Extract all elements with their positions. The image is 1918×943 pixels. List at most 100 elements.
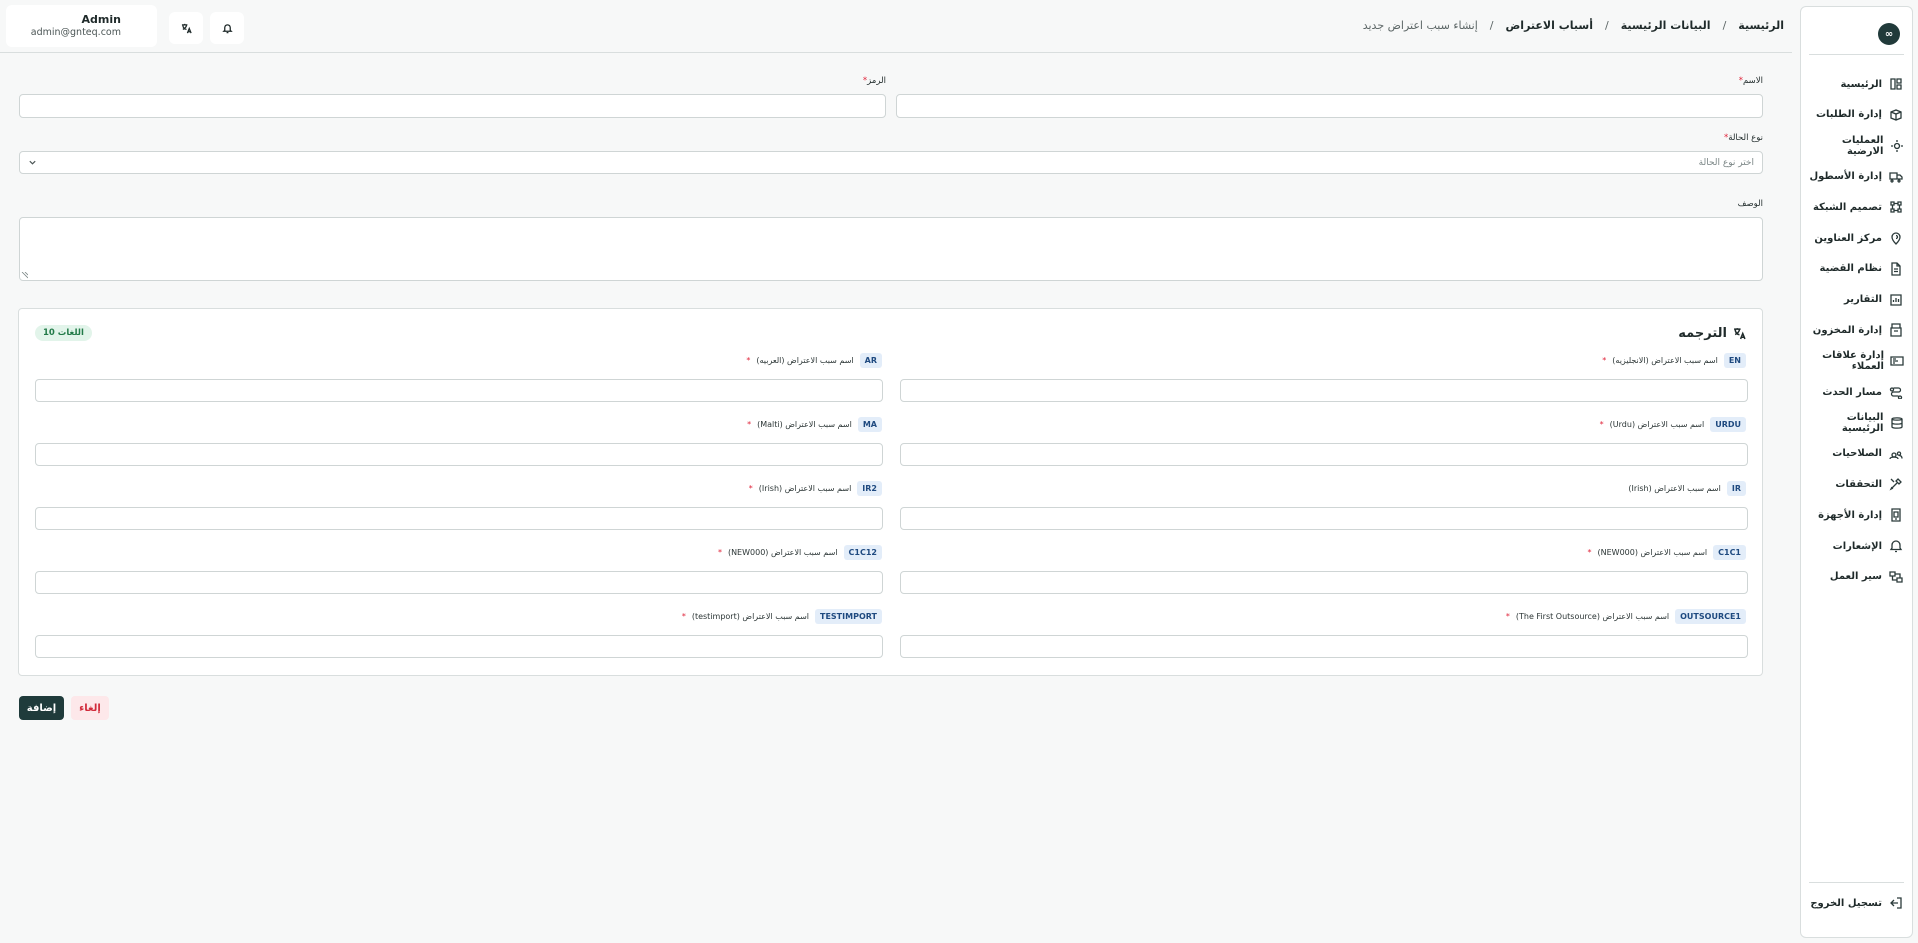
sidebar-item-16[interactable]: سير العمل xyxy=(1809,565,1904,589)
translation-label-text: اسم سبب الاعتراض (testimport) xyxy=(691,612,809,621)
sidebar-item-15[interactable]: الإشعارات xyxy=(1809,534,1904,558)
translation-input-ma[interactable] xyxy=(35,443,883,466)
sidebar-divider xyxy=(1809,54,1904,55)
sidebar-item-label: الصلاحيات xyxy=(1832,448,1882,460)
status-type-select[interactable]: اختر نوع الحالة xyxy=(19,151,1763,174)
name-label-text: الاسم xyxy=(1743,76,1763,86)
translation-title: الترجمه xyxy=(1678,326,1746,341)
translation-label: OUTSOURCE1 اسم سبب الاعتراض (The First Ou… xyxy=(1506,609,1746,624)
user-email: admin@gnteq.com xyxy=(30,27,121,38)
description-textarea[interactable] xyxy=(19,217,1763,281)
add-button[interactable]: إضافة xyxy=(19,696,64,720)
route-icon xyxy=(1888,384,1904,400)
translation-label-text: اسم سبب الاعتراض (Irish) xyxy=(1628,484,1721,493)
sidebar-item-label: التحققات xyxy=(1835,478,1882,490)
logout-button[interactable]: تسجيل الخروج xyxy=(1809,891,1904,915)
sidebar-divider xyxy=(1809,882,1904,883)
layout-icon xyxy=(1888,76,1904,92)
sidebar-item-3[interactable]: إدارة الأسطول xyxy=(1809,164,1904,188)
language-button[interactable] xyxy=(169,12,203,44)
sidebar-item-5[interactable]: مركز العناوين xyxy=(1809,226,1904,250)
sidebar-item-4[interactable]: تصميم الشبكة xyxy=(1809,195,1904,219)
translation-input-outsource1[interactable] xyxy=(900,635,1748,658)
translation-input-c1c1[interactable] xyxy=(900,571,1748,594)
tools-icon xyxy=(1888,476,1904,492)
translation-input-urdu[interactable] xyxy=(900,443,1748,466)
sidebar-item-13[interactable]: التحققات xyxy=(1809,472,1904,496)
breadcrumb-home[interactable]: الرئيسية xyxy=(1738,19,1784,32)
translation-label-text: اسم سبب الاعتراض (Malti) xyxy=(757,420,852,429)
language-code-badge: EN xyxy=(1723,353,1746,368)
sidebar-item-label: إدارة علاقات العملاء xyxy=(1822,350,1884,373)
breadcrumb-separator: / xyxy=(1489,19,1494,32)
bell-icon xyxy=(1888,538,1904,554)
translation-input-en[interactable] xyxy=(900,379,1748,402)
translation-input-ir2[interactable] xyxy=(35,507,883,530)
required-mark: * xyxy=(1599,420,1604,429)
truck-icon xyxy=(1888,168,1904,184)
translation-label: IR اسم سبب الاعتراض (Irish) xyxy=(1628,481,1746,496)
sidebar: ∞ الرئيسية إدارة الطلبات العمليات الارضية إ… xyxy=(1800,6,1913,938)
sidebar-item-label: إدارة الطلبات xyxy=(1815,109,1882,121)
language-code-badge: AR xyxy=(859,353,882,368)
translation-label-text: اسم سبب الاعتراض (العربيه) xyxy=(756,356,854,365)
sidebar-item-7[interactable]: التقارير xyxy=(1809,288,1904,312)
sidebar-item-10[interactable]: مسار الحدث xyxy=(1809,380,1904,404)
sidebar-item-12[interactable]: الصلاحيات xyxy=(1809,442,1904,466)
translation-label-text: اسم سبب الاعتراض (Urdu) xyxy=(1609,420,1705,429)
breadcrumb-master-data[interactable]: البيانات الرئيسية xyxy=(1621,19,1711,32)
sidebar-item-0[interactable]: الرئيسية xyxy=(1809,72,1904,96)
user-card[interactable]: Admin admin@gnteq.com xyxy=(6,5,157,47)
language-code-badge: OUTSOURCE1 xyxy=(1675,609,1746,624)
sidebar-item-label: مسار الحدث xyxy=(1822,386,1882,398)
language-code-badge: C1C1 xyxy=(1713,545,1746,560)
sidebar-item-label: العمليات الارضية xyxy=(1841,134,1884,157)
name-input[interactable] xyxy=(896,94,1763,118)
status-label-text: نوع الحالة xyxy=(1728,133,1763,143)
sidebar-item-label: البيانات الرئيسية xyxy=(1841,411,1884,434)
code-label: الرمز* xyxy=(863,76,886,86)
translation-input-ir[interactable] xyxy=(900,507,1748,530)
translation-label-text: اسم سبب الاعتراض (الانجليزيه) xyxy=(1612,356,1718,365)
translation-label-text: اسم سبب الاعتراض (Irish) xyxy=(758,484,852,493)
sidebar-item-14[interactable]: إدارة الأجهزة xyxy=(1809,503,1904,527)
translation-title-text: الترجمه xyxy=(1678,326,1727,341)
sidebar-item-label: نظام القضية xyxy=(1819,263,1882,275)
sidebar-item-9[interactable]: إدارة علاقات العملاء xyxy=(1809,349,1904,373)
breadcrumb-objection-reasons[interactable]: أسباب الاعتراض xyxy=(1506,19,1593,32)
sidebar-item-label: إدارة المخزون xyxy=(1812,324,1882,336)
sidebar-item-11[interactable]: البيانات الرئيسية xyxy=(1809,411,1904,435)
sidebar-item-2[interactable]: العمليات الارضية xyxy=(1809,134,1904,158)
sidebar-item-8[interactable]: إدارة المخزون xyxy=(1809,318,1904,342)
sidebar-item-label: الإشعارات xyxy=(1832,540,1882,552)
translation-label: EN اسم سبب الاعتراض (الانجليزيه) * xyxy=(1602,353,1746,368)
sidebar-item-label: سير العمل xyxy=(1829,571,1882,583)
cancel-button[interactable]: إلغاء xyxy=(71,696,109,720)
resize-handle-icon[interactable] xyxy=(21,272,28,279)
notifications-button[interactable] xyxy=(210,12,244,44)
translation-input-ar[interactable] xyxy=(35,379,883,402)
description-label: الوصف xyxy=(1737,199,1763,209)
translate-icon xyxy=(181,23,192,33)
sidebar-item-label: الرئيسية xyxy=(1840,78,1882,90)
breadcrumb-current: إنشاء سبب اعتراض جديد xyxy=(1362,19,1478,32)
language-code-badge: MA xyxy=(857,417,882,432)
logo[interactable]: ∞ xyxy=(1878,23,1900,45)
sidebar-item-1[interactable]: إدارة الطلبات xyxy=(1809,103,1904,127)
required-mark: * xyxy=(746,356,751,365)
languages-count-badge: 10 اللغات xyxy=(35,325,92,341)
logout-label: تسجيل الخروج xyxy=(1810,897,1882,909)
translation-input-c1c12[interactable] xyxy=(35,571,883,594)
sidebar-item-6[interactable]: نظام القضية xyxy=(1809,257,1904,281)
required-mark: * xyxy=(747,420,752,429)
network-icon xyxy=(1888,199,1904,215)
crm-icon xyxy=(1890,353,1904,369)
language-code-badge: IR xyxy=(1726,481,1746,496)
translation-label: C1C12 اسم سبب الاعتراض (NEW000) * xyxy=(718,545,882,560)
code-input[interactable] xyxy=(19,94,886,118)
translation-input-testimport[interactable] xyxy=(35,635,883,658)
users-icon xyxy=(1888,446,1904,462)
translation-label: TESTIMPORT اسم سبب الاعتراض (testimport) * xyxy=(682,609,882,624)
package-icon xyxy=(1888,107,1904,123)
language-code-badge: C1C12 xyxy=(843,545,882,560)
